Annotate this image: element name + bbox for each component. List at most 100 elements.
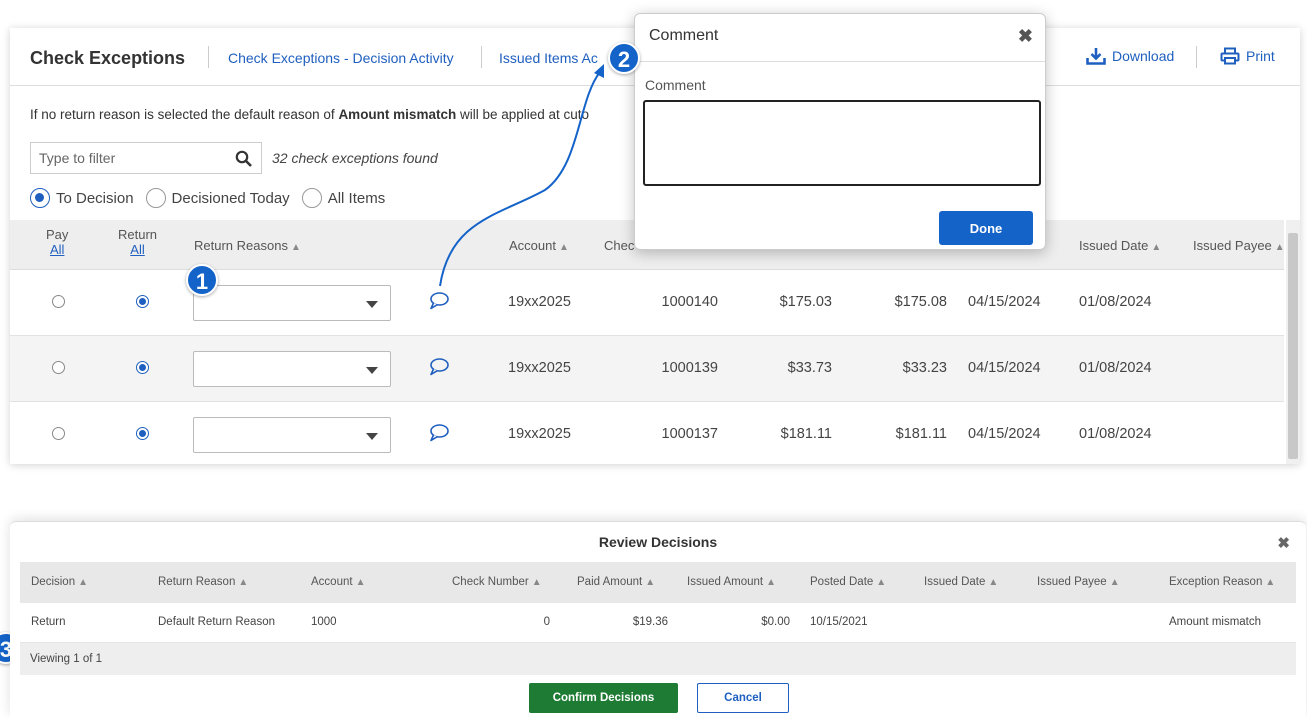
column-paid-amount[interactable]: Paid Amount ▲︎ [577,576,655,588]
return-reason-dropdown[interactable] [193,417,391,453]
radio-button[interactable] [301,188,322,208]
page-title: Check Exceptions [30,48,186,68]
radio-button[interactable] [30,188,50,208]
close-icon[interactable]: ✖ [1277,534,1290,552]
paid-amount-cell: $33.73 [787,360,832,376]
comment-icon[interactable] [428,291,450,311]
column-label: Issued Payee [1037,576,1107,588]
option-label: All Items [327,189,386,207]
return-all-link[interactable]: All [118,242,157,257]
issued-amount-cell: $181.11 [895,426,947,442]
column-decision[interactable]: Decision ▲︎ [31,576,88,588]
column-label: Account [311,576,353,588]
column-account[interactable]: Account ▲︎ [509,238,569,253]
sort-icon[interactable]: ▲︎ [766,577,776,588]
sort-icon[interactable]: ▲︎ [988,577,998,588]
search-icon[interactable] [235,150,253,168]
download-icon [1086,48,1106,65]
column-issued-date[interactable]: Issued Date ▲︎ [924,576,998,588]
sort-icon[interactable]: ▲︎ [1265,577,1275,588]
return-reason-dropdown[interactable] [193,351,391,387]
comment-field-label: Comment [645,77,706,93]
tab-decision-activity[interactable]: Check Exceptions - Decision Activity [228,50,454,66]
check-number-cell: 0 [543,616,550,628]
posted-date-cell: 04/15/2024 [968,294,1041,310]
radio-button[interactable] [145,188,166,208]
check-number-cell: 1000137 [661,426,718,442]
confirm-decisions-button[interactable]: Confirm Decisions [529,683,678,713]
sort-icon[interactable]: ▲︎ [291,242,301,253]
column-label: Return Reasons [194,238,288,253]
print-button[interactable]: Print [1220,47,1275,65]
sort-icon[interactable]: ▲︎ [645,577,655,588]
column-label: Issued Payee [1193,238,1272,253]
sort-icon[interactable]: ▲︎ [1110,577,1120,588]
download-label: Download [1112,48,1175,64]
sort-icon[interactable]: ▲︎ [1275,242,1285,253]
return-radio[interactable] [136,427,149,440]
column-return-reasons[interactable]: Return Reasons ▲︎ [194,238,301,253]
close-icon[interactable]: ✖ [1018,26,1033,47]
return-reason-dropdown[interactable] [193,285,391,321]
column-exception-reason[interactable]: Exception Reason ▲︎ [1169,576,1275,588]
account-cell: 19xx2025 [508,360,571,376]
header-divider [208,46,209,68]
download-button[interactable]: Download [1086,47,1174,65]
header-divider [1196,46,1197,68]
comment-icon[interactable] [428,423,450,443]
sort-icon[interactable]: ▲︎ [1151,242,1161,253]
printer-icon [1220,47,1240,65]
column-posted-date[interactable]: Posted Date ▲︎ [810,576,886,588]
dialog-title: Review Decisions [598,534,718,550]
done-button[interactable]: Done [939,211,1033,245]
column-return-label: Return [118,227,158,242]
column-pay-label: Pay [46,227,69,242]
filter-input[interactable] [31,143,221,173]
option-label: To Decision [56,189,134,207]
sort-icon[interactable]: ▲︎ [532,577,542,588]
column-check-number[interactable]: Check Number ▲︎ [452,576,542,588]
pay-radio[interactable] [52,427,65,440]
exception-reason-cell: Amount mismatch [1169,616,1262,628]
comment-icon[interactable] [428,357,450,377]
decision-cell: Return [31,616,66,628]
option-to-decision[interactable]: To Decision [30,188,134,208]
option-label: Decisioned Today [171,189,290,207]
tab-issued-items-activity[interactable]: Issued Items Ac [499,50,598,66]
sort-icon[interactable]: ▲︎ [356,577,366,588]
issued-amount-cell: $33.23 [902,360,947,376]
view-options: To Decision Decisioned Today All Items [30,188,397,208]
pay-all-link[interactable]: All [46,242,68,257]
column-return: Return All [118,227,157,257]
issued-date-cell: 01/08/2024 [1079,426,1152,442]
column-label: Exception Reason [1169,576,1263,588]
return-radio[interactable] [136,295,149,308]
column-issued-payee[interactable]: Issued Payee ▲︎ [1193,238,1285,253]
sort-icon[interactable]: ▲︎ [238,577,248,588]
return-reason-cell: Default Return Reason [158,616,275,628]
sort-icon[interactable]: ▲︎ [876,577,886,588]
posted-date-cell: 04/15/2024 [968,360,1041,376]
sort-icon[interactable]: ▲︎ [559,242,569,253]
column-issued-amount[interactable]: Issued Amount ▲︎ [687,576,776,588]
column-label: Decision [31,576,76,588]
option-all-items[interactable]: All Items [301,188,386,208]
return-radio[interactable] [136,361,149,374]
pagination-footer: Viewing 1 of 1 [20,643,1296,675]
column-issued-date[interactable]: Issued Date ▲︎ [1079,238,1161,253]
option-decisioned-today[interactable]: Decisioned Today [145,188,290,208]
divider [635,61,1045,62]
pay-radio[interactable] [52,361,65,374]
sort-icon[interactable]: ▲︎ [78,577,88,588]
column-return-reason[interactable]: Return Reason ▲︎ [158,576,248,588]
scrollbar-thumb[interactable] [1288,233,1298,459]
paid-amount-cell: $175.03 [779,294,832,310]
column-issued-payee[interactable]: Issued Payee ▲︎ [1037,576,1120,588]
column-check-number[interactable]: Chec [604,238,634,253]
cancel-button[interactable]: Cancel [697,683,789,713]
pay-radio[interactable] [52,295,65,308]
comment-textarea[interactable] [643,100,1041,186]
column-label: Check Number [452,576,529,588]
column-account[interactable]: Account ▲︎ [311,576,365,588]
viewing-count: Viewing 1 of 1 [30,653,103,665]
